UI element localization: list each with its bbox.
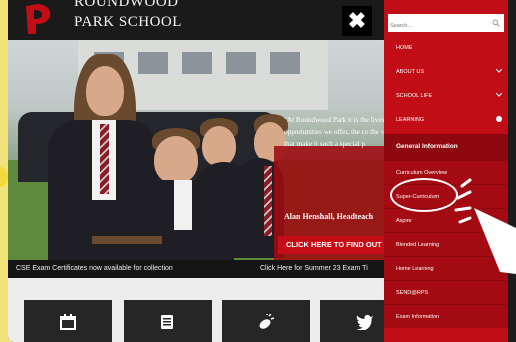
menu-item-home[interactable]: HOME (384, 36, 508, 60)
menu-label: Blended Learning (396, 242, 440, 248)
search-box[interactable] (388, 14, 504, 35)
menu-item-learning[interactable]: LEARNING (384, 108, 508, 132)
menu-label: Home Learning (396, 266, 434, 272)
sport-tile[interactable] (222, 300, 310, 342)
menu-label: General Information (396, 143, 458, 150)
menu-label: SCHOOL LIFE (396, 93, 433, 99)
menu-item-about-us[interactable]: ABOUT US (384, 60, 508, 84)
quote-author: Alan Henshall, Headteach (284, 212, 374, 221)
menu-label: HOME (396, 45, 413, 51)
calendar-icon (60, 314, 76, 330)
news-ticker: CSE Exam Certificates now available for … (8, 260, 392, 278)
collapse-icon[interactable] (496, 116, 502, 122)
bench (92, 236, 162, 244)
search-icon[interactable] (492, 19, 500, 27)
menu-label: LEARNING (396, 117, 425, 123)
document-tile[interactable] (124, 300, 212, 342)
school-logo-icon[interactable] (22, 2, 56, 36)
menu-label: Exam Information (396, 314, 440, 320)
document-icon (161, 315, 173, 329)
rugby-ball-icon (259, 314, 274, 329)
search-input[interactable] (388, 17, 488, 35)
school-name-line1: ROUNDWOOD (74, 0, 179, 10)
device-frame: ROUNDWOOD PARK SCHOOL ✖ "At Roundwood Pa… (8, 0, 516, 342)
ticker-left[interactable]: CSE Exam Certificates now available for … (16, 265, 173, 272)
decorative-blob (0, 166, 8, 188)
highlight-circle (390, 178, 458, 212)
quote-clip: "At Roundwood Park it is the lives that … (274, 106, 392, 236)
menu-label: ABOUT US (396, 69, 425, 75)
twitter-icon (356, 314, 373, 330)
menu-label: Aspire (396, 218, 412, 224)
menu-label: Curriculum Overview (396, 170, 448, 176)
quick-links (8, 278, 408, 342)
menu-item-curriculum-overview[interactable]: Curriculum Overview (384, 160, 508, 184)
menu-item-exam-information[interactable]: Exam Information (384, 304, 508, 328)
chevron-down-icon[interactable] (496, 69, 502, 73)
close-menu-button[interactable]: ✖ (342, 6, 372, 36)
menu-item-general-information[interactable]: General Information (384, 134, 508, 160)
school-name-line2: PARK SCHOOL (74, 14, 182, 30)
menu-item-send[interactable]: SEND@RPS (384, 280, 508, 304)
site-header: ROUNDWOOD PARK SCHOOL ✖ (8, 0, 392, 40)
find-out-more-button[interactable]: CLICK HERE TO FIND OUT M (278, 236, 392, 254)
headteacher-quote: "At Roundwood Park it is the lives that … (284, 116, 392, 148)
chevron-down-icon[interactable] (496, 93, 502, 97)
school-name[interactable]: ROUNDWOOD PARK SCHOOL (74, 0, 182, 30)
menu-item-school-life[interactable]: SCHOOL LIFE (384, 84, 508, 108)
ticker-right[interactable]: Click Here for Summer 23 Exam Ti (260, 265, 368, 272)
pointer-arrow-icon (474, 208, 516, 274)
menu-label: SEND@RPS (396, 290, 429, 296)
calendar-tile[interactable] (24, 300, 112, 342)
